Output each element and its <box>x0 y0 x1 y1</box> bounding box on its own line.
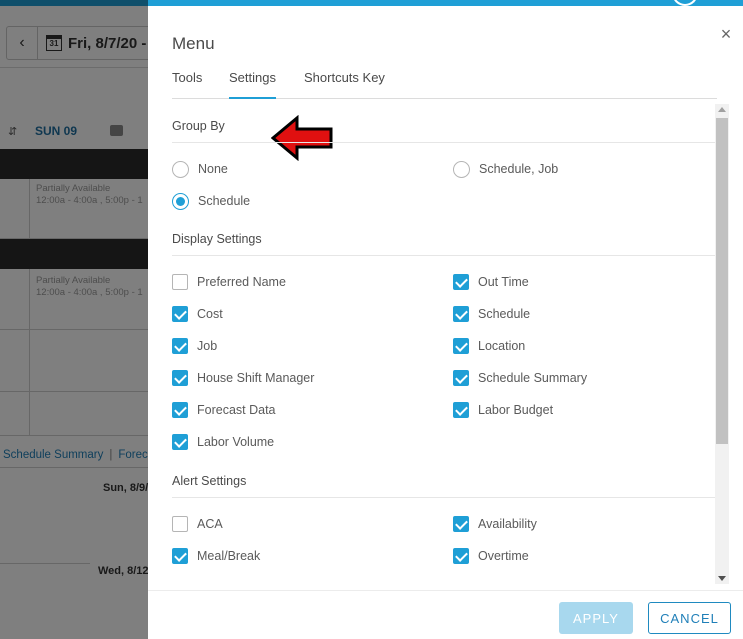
section-divider <box>172 142 717 143</box>
labor-budget-option[interactable]: Labor Budget <box>453 401 553 419</box>
checkbox-labor-volume[interactable] <box>172 434 188 450</box>
checkbox-preferred-name[interactable] <box>172 274 188 290</box>
group-by-none-option[interactable]: None <box>172 160 228 178</box>
out-time-option[interactable]: Out Time <box>453 273 529 291</box>
radio-none[interactable] <box>172 160 189 178</box>
option-label: Overtime <box>478 549 529 563</box>
apply-button[interactable]: APPLY <box>559 602 633 634</box>
preferred-name-option[interactable]: Preferred Name <box>172 273 286 291</box>
close-icon[interactable]: × <box>717 25 735 43</box>
checkbox-cost[interactable] <box>172 306 188 322</box>
option-label: Labor Volume <box>197 435 275 449</box>
cancel-button[interactable]: CANCEL <box>648 602 731 634</box>
option-label: Meal/Break <box>197 549 261 563</box>
section-divider <box>172 255 717 256</box>
checkbox-overtime[interactable] <box>453 548 469 564</box>
checkbox-schedule[interactable] <box>453 306 469 322</box>
option-label: Availability <box>478 517 537 531</box>
checkbox-schedule-summary[interactable] <box>453 370 469 386</box>
option-label: Schedule <box>478 307 531 321</box>
annotation-arrow-icon <box>271 115 333 161</box>
option-label: Schedule, Job <box>479 162 559 176</box>
scroll-thumb[interactable] <box>716 118 728 444</box>
option-label: Schedule <box>198 194 251 208</box>
option-label: Location <box>478 339 526 353</box>
group-by-schedule-option[interactable]: Schedule <box>172 192 250 210</box>
checkbox-house-shift-manager[interactable] <box>172 370 188 386</box>
checkbox-labor-budget[interactable] <box>453 402 469 418</box>
option-label: Labor Budget <box>478 403 554 417</box>
checkbox-out-time[interactable] <box>453 274 469 290</box>
scroll-down-icon[interactable] <box>718 576 726 581</box>
checkbox-forecast-data[interactable] <box>172 402 188 418</box>
checkbox-location[interactable] <box>453 338 469 354</box>
tab-tools[interactable]: Tools <box>172 70 202 99</box>
tab-settings[interactable]: Settings <box>229 70 276 99</box>
option-label: Cost <box>197 307 223 321</box>
forecast-data-option[interactable]: Forecast Data <box>172 401 276 419</box>
overtime-option[interactable]: Overtime <box>453 547 529 565</box>
menu-panel: Menu × Tools Settings Shortcuts Key Grou… <box>148 6 743 639</box>
location-option[interactable]: Location <box>453 337 525 355</box>
checkbox-aca[interactable] <box>172 516 188 532</box>
schedule-summary-option[interactable]: Schedule Summary <box>453 369 587 387</box>
settings-scroll-area[interactable]: Group By None Schedule, Job Schedule Dis… <box>172 104 717 582</box>
option-label: Job <box>197 339 218 353</box>
menu-tabs: Tools Settings Shortcuts Key <box>172 70 717 99</box>
option-label: House Shift Manager <box>197 371 315 385</box>
settings-scrollbar[interactable] <box>715 104 729 584</box>
house-shift-manager-option[interactable]: House Shift Manager <box>172 369 314 387</box>
radio-schedule-job[interactable] <box>453 160 470 178</box>
option-label: Preferred Name <box>197 275 286 289</box>
section-divider <box>172 497 717 498</box>
option-label: Schedule Summary <box>478 371 588 385</box>
checkbox-job[interactable] <box>172 338 188 354</box>
group-by-schedule-job-option[interactable]: Schedule, Job <box>453 160 558 178</box>
cost-option[interactable]: Cost <box>172 305 223 323</box>
alert-settings-title: Alert Settings <box>172 474 247 488</box>
radio-schedule[interactable] <box>172 192 189 210</box>
footer-divider <box>148 590 743 591</box>
aca-option[interactable]: ACA <box>172 515 223 533</box>
availability-option[interactable]: Availability <box>453 515 537 533</box>
menu-title: Menu <box>172 34 215 53</box>
option-label: Forecast Data <box>197 403 276 417</box>
job-option[interactable]: Job <box>172 337 217 355</box>
option-label: ACA <box>197 517 223 531</box>
meal-break-option[interactable]: Meal/Break <box>172 547 260 565</box>
checkbox-availability[interactable] <box>453 516 469 532</box>
option-label: None <box>198 162 228 176</box>
display-settings-title: Display Settings <box>172 232 262 246</box>
scroll-up-icon[interactable] <box>718 107 726 112</box>
schedule-option[interactable]: Schedule <box>453 305 530 323</box>
tab-shortcuts-key[interactable]: Shortcuts Key <box>304 70 385 99</box>
group-by-title: Group By <box>172 119 225 133</box>
checkbox-meal-break[interactable] <box>172 548 188 564</box>
labor-volume-option[interactable]: Labor Volume <box>172 433 274 451</box>
option-label: Out Time <box>478 275 529 289</box>
